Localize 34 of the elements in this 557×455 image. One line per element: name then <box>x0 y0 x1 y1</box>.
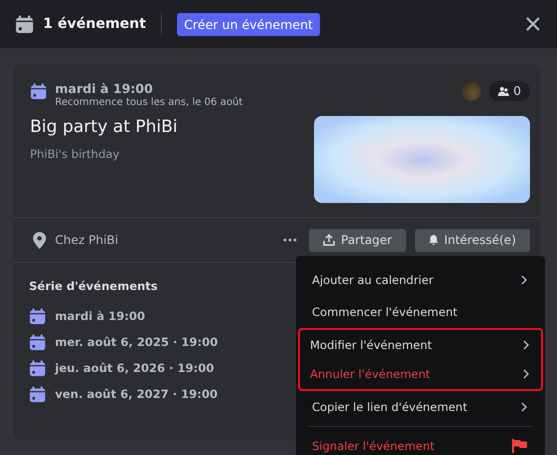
count-text: 0 <box>513 84 521 98</box>
interested-button[interactable]: Intéressé(e) <box>415 228 530 252</box>
header-title: 1 événement <box>43 16 146 32</box>
menu-item[interactable]: Ajouter au calendrier <box>300 264 541 296</box>
calendar-icon <box>29 308 46 324</box>
people-icon <box>498 86 510 96</box>
more-icon[interactable] <box>283 238 297 242</box>
share-button[interactable]: Partager <box>309 228 406 252</box>
calendar-icon <box>29 360 46 376</box>
series-date: ven. août 6, 2027 · 19:00 <box>55 387 218 401</box>
event-title: Big party at PhiBi <box>30 117 178 137</box>
share-icon <box>323 234 335 246</box>
menu-item[interactable]: Signaler l'événement <box>300 430 541 455</box>
menu-item[interactable]: Annuler l'événement <box>300 360 541 389</box>
calendar-icon <box>15 14 34 34</box>
calendar-icon <box>29 334 46 350</box>
menu-item[interactable]: Modifier l'événement <box>300 330 541 360</box>
series-date: jeu. août 6, 2026 · 19:00 <box>55 361 214 375</box>
menu-item[interactable]: Copier le lien d'événement <box>300 391 541 423</box>
avatar <box>462 82 482 100</box>
event-time: mardi à 19:00 <box>55 81 154 96</box>
calendar-icon <box>30 83 47 100</box>
location-text: Chez PhiBi <box>55 233 118 247</box>
close-icon[interactable] <box>525 16 541 32</box>
recurrence-text: Recommence tous les ans, le 06 août <box>55 97 243 108</box>
series-date: mer. août 6, 2025 · 19:00 <box>55 335 218 349</box>
bell-icon <box>429 234 438 246</box>
event-description: PhiBi's birthday <box>30 147 120 161</box>
series-date: mardi à 19:00 <box>55 309 145 323</box>
calendar-icon <box>29 386 46 402</box>
series-heading: Série d'événements <box>29 279 158 293</box>
create-event-button[interactable]: Créer un événement <box>176 12 320 36</box>
location-pin-icon <box>33 232 46 248</box>
menu-item[interactable]: Commencer l'événement <box>300 296 541 328</box>
